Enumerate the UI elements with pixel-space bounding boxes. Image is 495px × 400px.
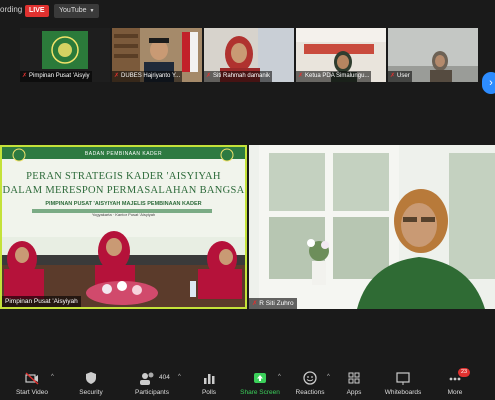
participant-tile[interactable]: ✗ User	[388, 28, 478, 82]
mic-muted-icon: ✗	[22, 73, 28, 79]
participants-options-caret[interactable]: ^	[178, 374, 181, 380]
whiteboard-icon	[396, 372, 410, 385]
polls-button[interactable]: Polls	[196, 370, 222, 396]
participant-name-label: ✗ Siti Rahmah damanik	[204, 71, 273, 82]
whiteboards-button[interactable]: Whiteboards	[380, 370, 426, 396]
video-tile-main-left[interactable]: BADAN PEMBINAAN KADER PERAN STRATEGIS KA…	[0, 145, 247, 309]
reactions-button[interactable]: Reactions	[292, 370, 328, 396]
participant-tile[interactable]: ✗ DUBES Hajriyanto Y...	[112, 28, 202, 82]
apps-icon	[348, 372, 360, 384]
participant-tile[interactable]: ✗ Ketua PDA Simalungu...	[296, 28, 386, 82]
participant-tile[interactable]: ✗ Pimpinan Pusat 'Aisyiy	[20, 28, 110, 82]
share-screen-button[interactable]: Share Screen	[238, 370, 282, 396]
participant-name-label: ✗ Pimpinan Pusat 'Aisyiy	[20, 71, 92, 82]
participant-strip: ✗ Pimpinan Pusat 'Aisyiy ✗ DUBES Hajriyant…	[0, 28, 495, 94]
live-badge[interactable]: LIVE	[25, 5, 49, 17]
mic-muted-icon: ✗	[390, 73, 396, 79]
participant-tile[interactable]: ✗ Siti Rahmah damanik	[204, 28, 294, 82]
banner-org: BADAN PEMBINAAN KADER	[84, 151, 163, 157]
share-options-caret[interactable]: ^	[278, 374, 281, 380]
more-button[interactable]: 23 More	[440, 368, 471, 396]
recording-status: ording	[0, 5, 23, 14]
video-off-icon	[25, 372, 39, 385]
more-notification-badge: 23	[458, 368, 471, 377]
event-banner: BADAN PEMBINAAN KADER PERAN STRATEGIS KA…	[2, 151, 245, 217]
mic-muted-icon: ✗	[252, 300, 258, 307]
share-screen-icon	[254, 373, 266, 383]
shield-icon	[86, 372, 96, 384]
chevron-right-icon: ›	[489, 77, 493, 89]
banner-title-line2: DALAM MERESPON PERMASALAHAN BANGSA	[2, 185, 245, 196]
top-bar: ording LIVE YouTube ▼	[0, 0, 495, 22]
participants-count: 404	[159, 374, 170, 381]
participant-name-label: ✗ DUBES Hajriyanto Y...	[112, 71, 183, 82]
participant-name-label: ✗ User	[388, 71, 412, 82]
reactions-options-caret[interactable]: ^	[327, 374, 330, 380]
next-page-button[interactable]: ›	[482, 72, 495, 94]
speaker-name-label: ✗ R Siti Zuhro	[249, 298, 297, 309]
security-button[interactable]: Security	[72, 370, 110, 396]
participants-button[interactable]: 404 Participants	[128, 370, 176, 396]
mic-muted-icon: ✗	[298, 73, 304, 79]
stream-target-label: YouTube	[59, 7, 87, 14]
apps-button[interactable]: Apps	[342, 370, 366, 396]
mic-muted-icon: ✗	[114, 73, 120, 79]
video-options-caret[interactable]: ^	[51, 374, 54, 380]
bar-chart-icon	[204, 374, 215, 384]
chevron-down-icon: ▼	[89, 8, 95, 14]
speaker-video	[249, 145, 495, 309]
video-tile-main-right[interactable]: ✗ R Siti Zuhro	[249, 145, 495, 309]
speaker-name-label: Pimpinan Pusat 'Aisyiyah	[2, 296, 81, 307]
meeting-toolbar: Start Video ^ Security 404 Participants …	[0, 368, 495, 400]
stream-target-dropdown[interactable]: YouTube ▼	[54, 4, 100, 18]
banner-title-line1: PERAN STRATEGIS KADER 'AISYIYAH	[26, 171, 221, 182]
banner-venue: Yogyakarta · Kantor Pusat 'Aisyiyah	[91, 212, 156, 217]
mic-muted-icon: ✗	[206, 73, 212, 79]
participant-name-label: ✗ Ketua PDA Simalungu...	[296, 71, 372, 82]
emoji-icon	[303, 371, 317, 385]
start-video-button[interactable]: Start Video	[12, 370, 52, 396]
banner-subtitle: PIMPINAN PUSAT 'AISYIYAH MAJELIS PEMBINA…	[45, 201, 202, 207]
